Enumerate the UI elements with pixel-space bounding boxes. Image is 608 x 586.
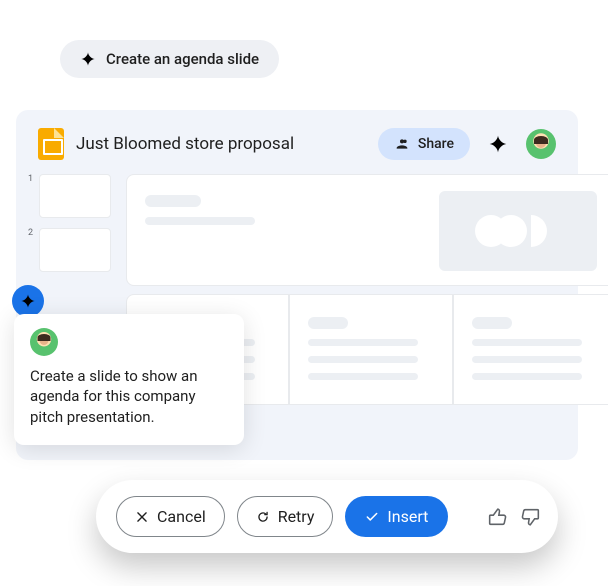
titlebar: Just Bloomed store proposal Share bbox=[16, 124, 578, 170]
slide-thumbnail-strip: 1 2 bbox=[28, 174, 111, 272]
user-prompt-popover: Create a slide to show an agenda for thi… bbox=[14, 314, 244, 445]
slide-preview bbox=[39, 228, 111, 272]
thumbs-down-button[interactable] bbox=[520, 502, 542, 532]
people-icon bbox=[394, 136, 410, 152]
content-card bbox=[289, 294, 452, 405]
share-button[interactable]: Share bbox=[378, 128, 470, 160]
insert-button[interactable]: Insert bbox=[345, 496, 448, 537]
document-title[interactable]: Just Bloomed store proposal bbox=[76, 134, 366, 154]
slide-number: 2 bbox=[28, 228, 33, 238]
content-card bbox=[453, 294, 608, 405]
suggestion-pill-label: Create an agenda slide bbox=[106, 50, 259, 68]
thumbs-up-button[interactable] bbox=[486, 502, 508, 532]
account-avatar[interactable] bbox=[526, 129, 556, 159]
retry-button-label: Retry bbox=[278, 507, 315, 526]
user-avatar bbox=[30, 328, 58, 356]
gemini-spark-icon bbox=[80, 51, 96, 67]
slide-preview bbox=[39, 174, 111, 218]
insert-button-label: Insert bbox=[387, 507, 428, 526]
generation-action-bar: Cancel Retry Insert bbox=[96, 480, 558, 553]
slide-thumbnail[interactable]: 1 bbox=[28, 174, 111, 218]
thumbs-up-icon bbox=[486, 506, 508, 528]
thumbs-down-icon bbox=[520, 506, 542, 528]
generated-hero-card bbox=[126, 174, 608, 286]
check-icon bbox=[365, 510, 379, 524]
gemini-toolbar-icon[interactable] bbox=[488, 134, 508, 154]
slide-thumbnail[interactable]: 2 bbox=[28, 228, 111, 272]
gemini-floating-badge[interactable] bbox=[12, 285, 44, 317]
suggestion-pill[interactable]: Create an agenda slide bbox=[60, 40, 279, 78]
google-slides-icon bbox=[38, 128, 64, 160]
prompt-text: Create a slide to show an agenda for thi… bbox=[30, 366, 228, 427]
placeholder-text-block bbox=[145, 191, 255, 225]
placeholder-image bbox=[439, 191, 597, 271]
slide-number: 1 bbox=[28, 174, 33, 184]
retry-button[interactable]: Retry bbox=[237, 496, 334, 537]
close-icon bbox=[135, 510, 149, 524]
cancel-button[interactable]: Cancel bbox=[116, 496, 225, 537]
share-button-label: Share bbox=[418, 136, 454, 152]
cancel-button-label: Cancel bbox=[157, 507, 206, 526]
refresh-icon bbox=[256, 510, 270, 524]
